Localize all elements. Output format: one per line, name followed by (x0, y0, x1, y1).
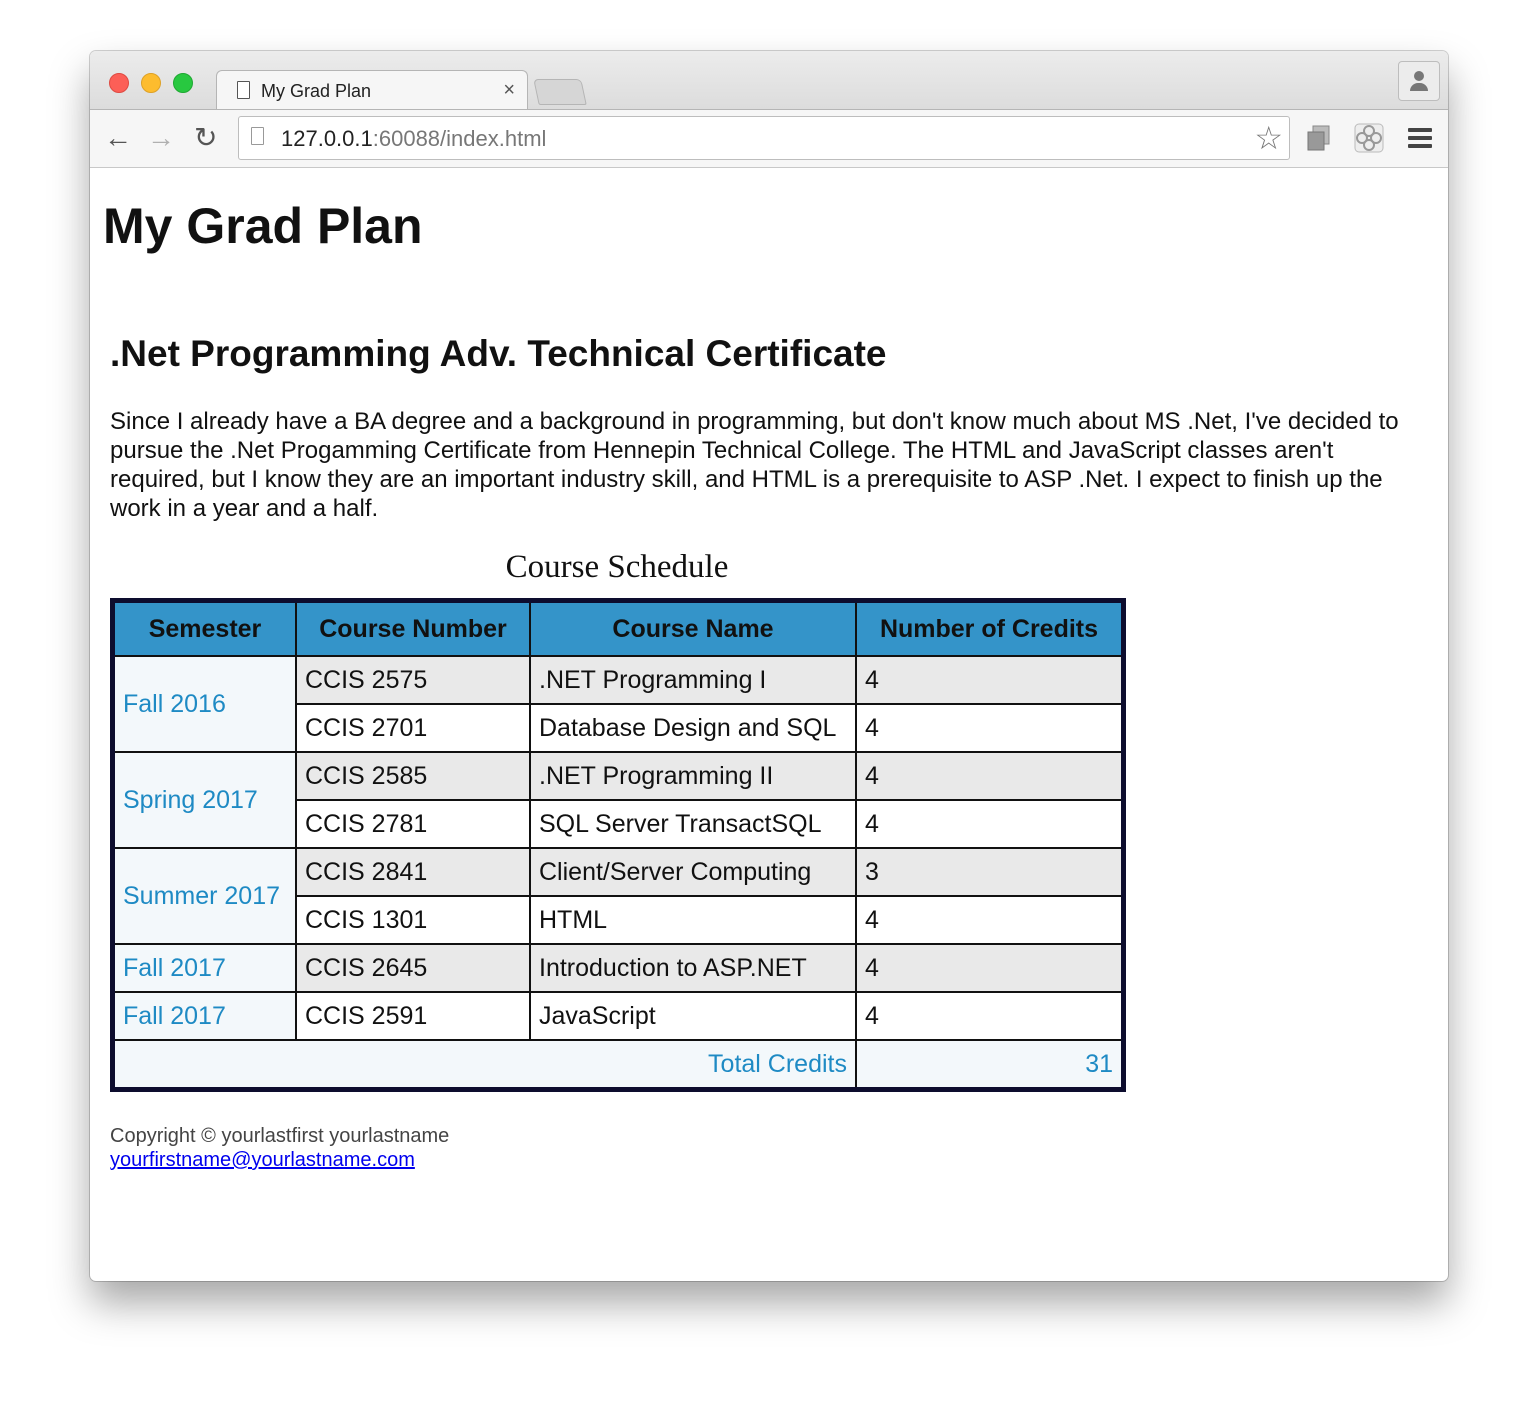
bookmark-star-icon[interactable]: ☆ (1254, 119, 1283, 157)
course-name-cell: Introduction to ASP.NET (529, 943, 857, 993)
semester-cell: Fall 2017 (111, 991, 297, 1041)
header-semester: Semester (111, 599, 297, 657)
course-name-cell: SQL Server TransactSQL (529, 799, 857, 849)
minimize-window-button[interactable] (141, 73, 161, 93)
menu-icon[interactable] (1408, 128, 1432, 152)
credits-cell: 4 (855, 895, 1125, 945)
credits-cell: 4 (855, 703, 1125, 753)
course-number-cell: CCIS 2781 (295, 799, 531, 849)
semester-cell: Fall 2016 (111, 655, 297, 753)
table-row: Fall 2017 CCIS 2591 JavaScript 4 (111, 991, 1125, 1041)
course-number-cell: CCIS 2645 (295, 943, 531, 993)
close-window-button[interactable] (109, 73, 129, 93)
course-name-cell: JavaScript (529, 991, 857, 1041)
total-row: Total Credits 31 (111, 1039, 1125, 1091)
header-credits: Number of Credits (855, 599, 1125, 657)
forward-icon[interactable]: → (147, 120, 175, 156)
course-name-cell: Client/Server Computing (529, 847, 857, 897)
course-name-cell: Database Design and SQL (529, 703, 857, 753)
page-icon (251, 127, 264, 145)
person-icon (1414, 71, 1424, 81)
title-bar: My Grad Plan × (90, 51, 1448, 111)
credits-cell: 4 (855, 943, 1125, 993)
back-icon[interactable]: ← (104, 120, 132, 156)
table-row: Spring 2017 CCIS 2585 .NET Programming I… (111, 751, 1125, 849)
address-bar[interactable]: 127.0.0.1:60088/index.html ☆ (238, 116, 1290, 160)
tab-close-icon[interactable]: × (503, 79, 515, 102)
credits-cell: 3 (855, 847, 1125, 897)
course-number-cell: CCIS 2591 (295, 991, 531, 1041)
credits-cell: 4 (855, 799, 1125, 849)
header-course-number: Course Number (295, 599, 531, 657)
browser-window: My Grad Plan × ← → ↻ 127.0.0.1:60088/ind… (90, 51, 1448, 1281)
document-icon (237, 81, 250, 99)
semester-cell: Fall 2017 (111, 943, 297, 993)
course-number-cell: CCIS 2575 (295, 655, 531, 705)
new-tab-button[interactable] (533, 79, 587, 105)
extension-copy-icon[interactable] (1303, 122, 1335, 154)
table-row: Fall 2017 CCIS 2645 Introduction to ASP.… (111, 943, 1125, 993)
table-row: Summer 2017 CCIS 2841 Client/Server Comp… (111, 847, 1125, 945)
course-number-cell: CCIS 2701 (295, 703, 531, 753)
url-text[interactable]: 127.0.0.1:60088/index.html (281, 126, 546, 152)
credits-cell: 4 (855, 655, 1125, 705)
email-link[interactable]: yourfirstname@yourlastname.com (110, 1149, 415, 1172)
copyright-text: Copyright © yourlastfirst yourlastname (110, 1125, 450, 1147)
extension-flower-icon[interactable] (1353, 122, 1385, 154)
total-credits-label: Total Credits (111, 1039, 857, 1091)
course-number-cell: CCIS 2841 (295, 847, 531, 897)
table-caption: Course Schedule (505, 549, 729, 585)
page-title: My Grad Plan (103, 198, 423, 254)
course-schedule-table: Semester Course Number Course Name Numbe… (110, 598, 1126, 1092)
credits-cell: 4 (855, 991, 1125, 1041)
header-course-name: Course Name (529, 599, 857, 657)
section-title: .Net Programming Adv. Technical Certific… (110, 333, 887, 374)
table-header-row: Semester Course Number Course Name Numbe… (111, 599, 1125, 657)
page-content: My Grad Plan .Net Programming Adv. Techn… (90, 167, 1448, 1281)
course-name-cell: .NET Programming I (529, 655, 857, 705)
course-number-cell: CCIS 2585 (295, 751, 531, 801)
course-name-cell: HTML (529, 895, 857, 945)
semester-cell: Summer 2017 (111, 847, 297, 945)
browser-tab[interactable]: My Grad Plan × (216, 70, 528, 111)
table-row: Fall 2016 CCIS 2575 .NET Programming I 4 (111, 655, 1125, 753)
total-credits-value: 31 (855, 1039, 1125, 1091)
tab-title: My Grad Plan (261, 81, 372, 101)
course-number-cell: CCIS 1301 (295, 895, 531, 945)
course-name-cell: .NET Programming II (529, 751, 857, 801)
zoom-window-button[interactable] (173, 73, 193, 93)
intro-paragraph: Since I already have a BA degree and a b… (110, 408, 1399, 522)
browser-toolbar: ← → ↻ 127.0.0.1:60088/index.html ☆ (90, 109, 1448, 168)
credits-cell: 4 (855, 751, 1125, 801)
semester-cell: Spring 2017 (111, 751, 297, 849)
reload-icon[interactable]: ↻ (194, 120, 217, 156)
profile-button[interactable] (1398, 61, 1440, 101)
